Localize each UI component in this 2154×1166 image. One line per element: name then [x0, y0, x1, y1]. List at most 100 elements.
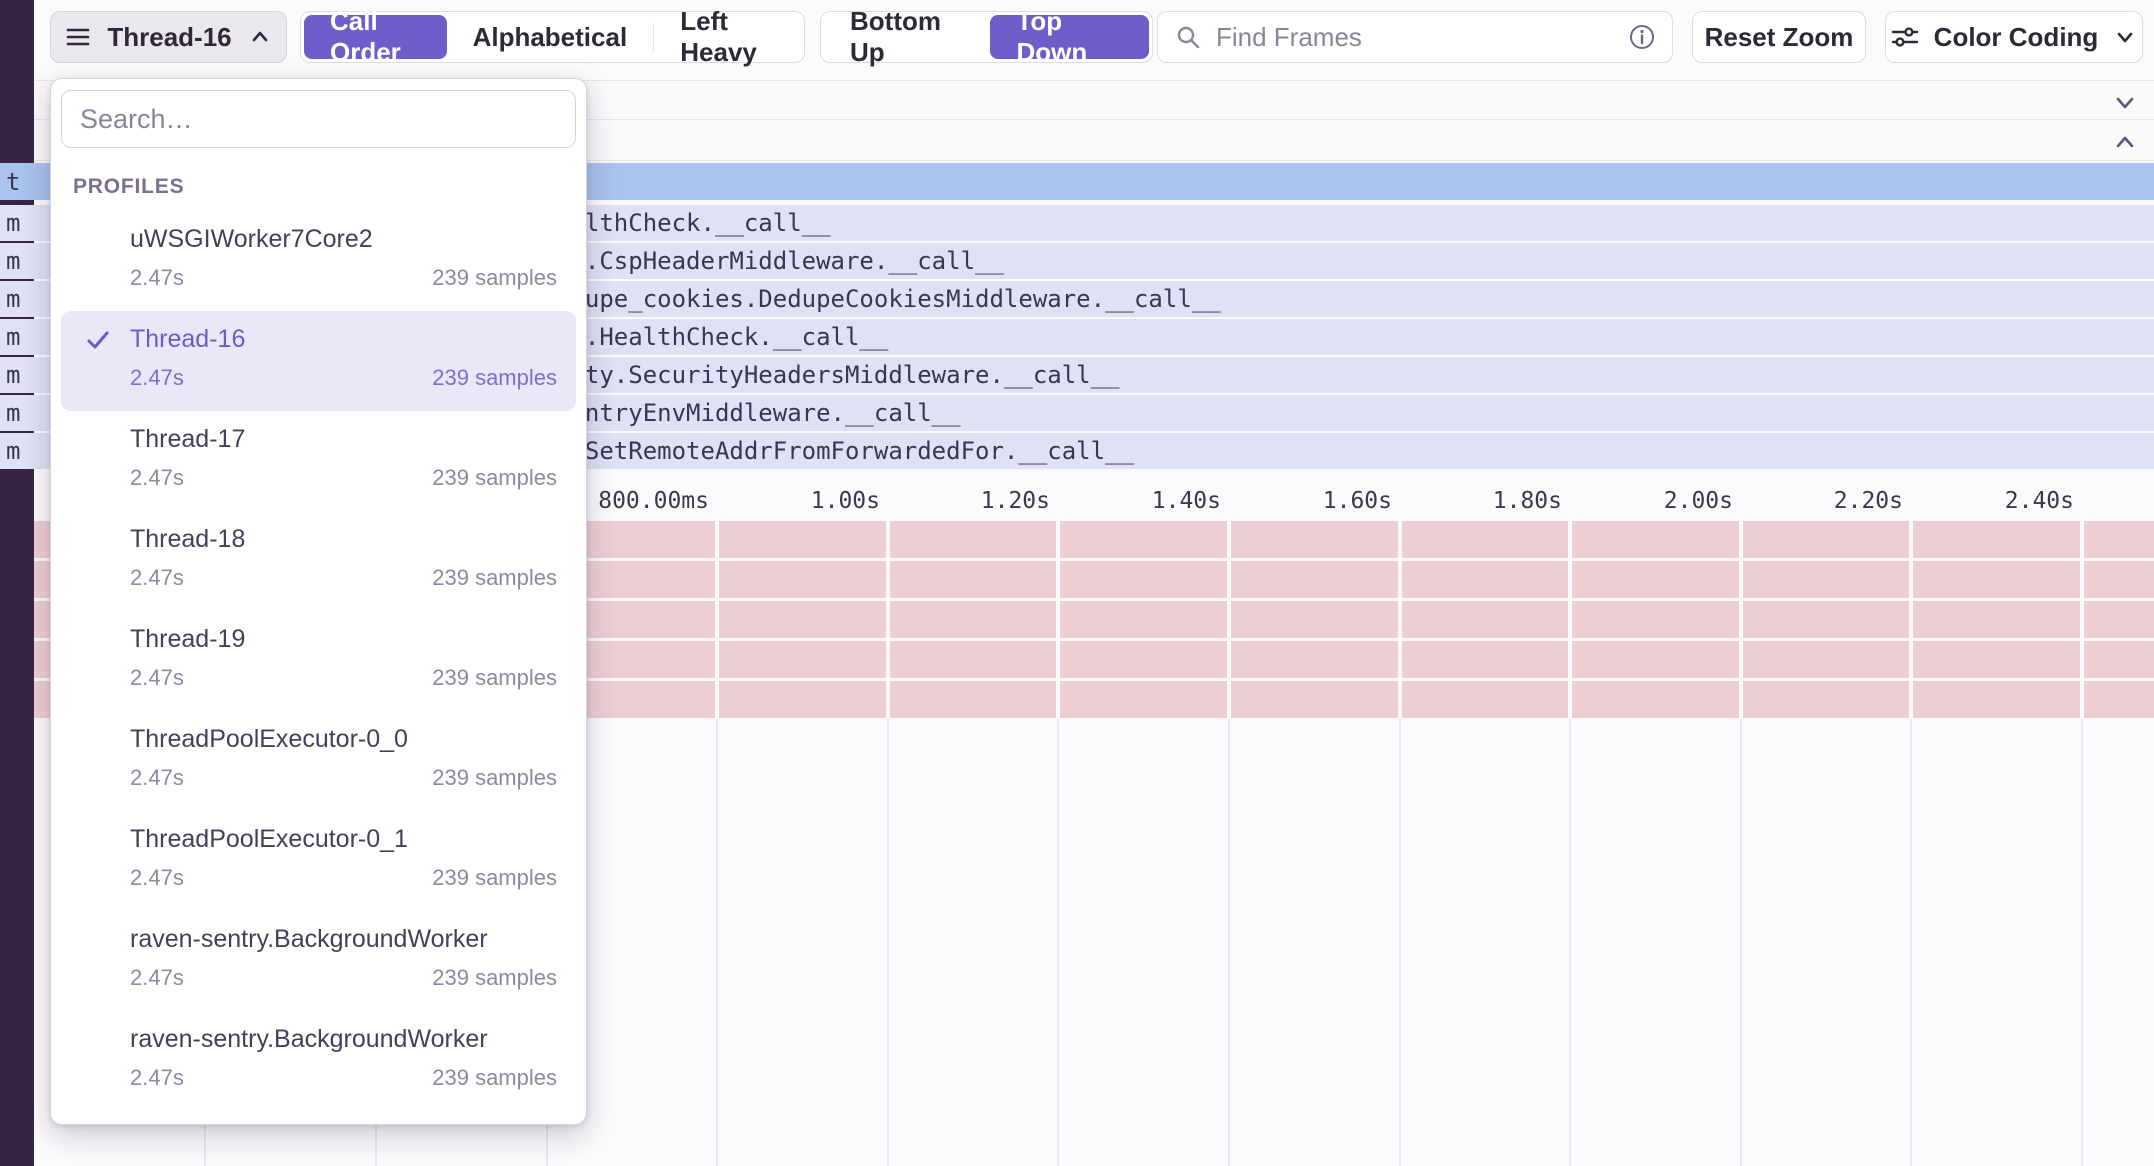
frame-label-fragment: t	[6, 168, 20, 196]
gridline	[1398, 521, 1402, 718]
gridline	[716, 719, 718, 1166]
gridline	[1568, 521, 1572, 718]
profile-name: raven-sentry.BackgroundWorker	[130, 1025, 488, 1054]
axis-tick-label: 2.00s	[1563, 488, 1733, 514]
axis-tick-label: 2.40s	[1904, 488, 2074, 514]
profile-name: Thread-17	[130, 425, 245, 454]
frame-label: edupe_cookies.DedupeCookiesMiddleware.__…	[556, 285, 1221, 313]
sliders-icon	[1889, 21, 1921, 53]
frame-label-fragment: m	[6, 399, 20, 427]
thread-selector-label: Thread-16	[107, 22, 231, 53]
gridline	[1399, 719, 1401, 1166]
gridline	[886, 521, 890, 718]
profile-duration: 2.47s	[130, 465, 184, 491]
profile-duration: 2.47s	[130, 665, 184, 691]
profile-option[interactable]: ThreadPoolExecutor-0_0 2.47s239 samples	[61, 711, 576, 811]
axis-tick-label: 1.20s	[880, 488, 1050, 514]
profile-name: Thread-19	[130, 625, 245, 654]
profile-samples: 239 samples	[432, 565, 557, 591]
frame-label: ealthCheck.__call__	[556, 209, 831, 237]
profile-option[interactable]: raven-sentry.BackgroundWorker 2.47s 239 s…	[61, 911, 576, 1011]
sort-segmented-control: Call Order Alphabetical Left Heavy	[300, 11, 805, 63]
profile-samples: 239 samples	[432, 265, 557, 291]
tab-alphabetical[interactable]: Alphabetical	[447, 15, 654, 59]
gridline	[1056, 521, 1060, 718]
gridline	[1569, 719, 1571, 1166]
reset-zoom-label: Reset Zoom	[1705, 22, 1854, 53]
profile-duration: 2.47s	[130, 565, 184, 591]
reset-zoom-button[interactable]: Reset Zoom	[1692, 11, 1866, 63]
profile-name: Thread-16	[130, 325, 245, 354]
profile-samples: 239 samples	[432, 965, 557, 991]
profile-name: uWSGIWorker7Core2	[130, 225, 373, 254]
profile-option[interactable]: Thread-18 2.47s 239 samples	[61, 511, 576, 611]
frame-label-fragment: m	[6, 285, 20, 313]
gridline	[1909, 521, 1913, 718]
chevron-down-icon[interactable]	[2110, 87, 2140, 117]
profiles-section-label: PROFILES	[73, 175, 184, 199]
profiling-flamegraph-app: Thread-16 Call Order Alphabetical Left H…	[0, 0, 2154, 1166]
tab-top-down[interactable]: Top Down	[990, 15, 1149, 59]
frame-label: sp.CspHeaderMiddleware.__call__	[556, 247, 1004, 275]
profile-samples: 239 samples	[432, 365, 557, 391]
profile-name: ThreadPoolExecutor-0_0	[130, 725, 408, 754]
profile-option-selected[interactable]: Thread-16 2.47s 239 samples	[61, 311, 576, 411]
frame-label-fragment: m	[6, 247, 20, 275]
gridline	[1227, 521, 1231, 718]
gridline	[1740, 719, 1742, 1166]
profile-option[interactable]: uWSGIWorker7Core2 2.47s 239 samples	[61, 211, 576, 311]
frame-label: y.SetRemoteAddrFromForwardedFor.__call__	[556, 437, 1134, 465]
profile-name: raven-sentry.BackgroundWorker	[130, 925, 488, 954]
profile-option[interactable]: raven-sentry.BackgroundWorker 2.47s 239 s…	[61, 1011, 576, 1111]
frame-label: rity.SecurityHeadersMiddleware.__call__	[556, 361, 1120, 389]
profile-samples: 239 samples	[432, 865, 557, 891]
gridline	[1739, 521, 1743, 718]
info-icon[interactable]	[1628, 23, 1656, 51]
profile-samples: 239 samples	[432, 1065, 557, 1091]
dropdown-search	[61, 90, 576, 148]
profile-duration: 2.47s	[130, 965, 184, 991]
profile-duration: 2.47s	[130, 1065, 184, 1091]
frame-label-fragment: m	[6, 209, 20, 237]
frame-label-fragment: m	[6, 361, 20, 389]
chevron-up-icon[interactable]	[2110, 127, 2140, 157]
find-frames-input[interactable]	[1214, 21, 1616, 54]
tab-left-heavy[interactable]: Left Heavy	[654, 15, 801, 59]
gridline	[887, 719, 889, 1166]
chevron-up-icon	[246, 23, 274, 51]
frame-label-fragment: m	[6, 437, 20, 465]
profile-samples: 239 samples	[432, 465, 557, 491]
gridline	[2081, 719, 2083, 1166]
gridline	[1057, 719, 1059, 1166]
tab-call-order[interactable]: Call Order	[304, 15, 447, 59]
profile-duration: 2.47s	[130, 265, 184, 291]
frame-label: SentryEnvMiddleware.__call__	[556, 399, 961, 427]
profile-option[interactable]: ThreadPoolExecutor-0_1 2.47s239 samples	[61, 811, 576, 911]
profile-samples: 239 samples	[432, 665, 557, 691]
color-coding-label: Color Coding	[1934, 22, 2099, 53]
search-icon	[1174, 23, 1202, 51]
profile-option[interactable]: Thread-17 2.47s 239 samples	[61, 411, 576, 511]
profiles-list: uWSGIWorker7Core2 2.47s 239 samples Threa…	[61, 211, 576, 1111]
profile-option[interactable]: Thread-19 2.47s 239 samples	[61, 611, 576, 711]
gridline	[1228, 719, 1230, 1166]
profile-name: Thread-18	[130, 525, 245, 554]
gridline	[1910, 719, 1912, 1166]
direction-segmented-control: Bottom Up Top Down	[820, 11, 1153, 63]
tab-bottom-up[interactable]: Bottom Up	[824, 15, 990, 59]
thread-selector-button[interactable]: Thread-16	[50, 11, 287, 63]
profile-duration: 2.47s	[130, 865, 184, 891]
frame-label: th.HealthCheck.__call__	[556, 323, 888, 351]
axis-tick-label: 1.60s	[1222, 488, 1392, 514]
checkmark-icon	[83, 325, 113, 355]
axis-tick-label: 1.40s	[1051, 488, 1221, 514]
gridline	[2080, 521, 2084, 718]
list-icon	[63, 22, 93, 52]
dropdown-search-input[interactable]	[78, 103, 559, 136]
profile-duration: 2.47s	[130, 365, 184, 391]
axis-tick-label: 1.80s	[1392, 488, 1562, 514]
axis-tick-label: 2.20s	[1733, 488, 1903, 514]
profile-duration: 2.47s	[130, 765, 184, 791]
color-coding-button[interactable]: Color Coding	[1885, 11, 2143, 63]
frame-label-fragment: m	[6, 323, 20, 351]
